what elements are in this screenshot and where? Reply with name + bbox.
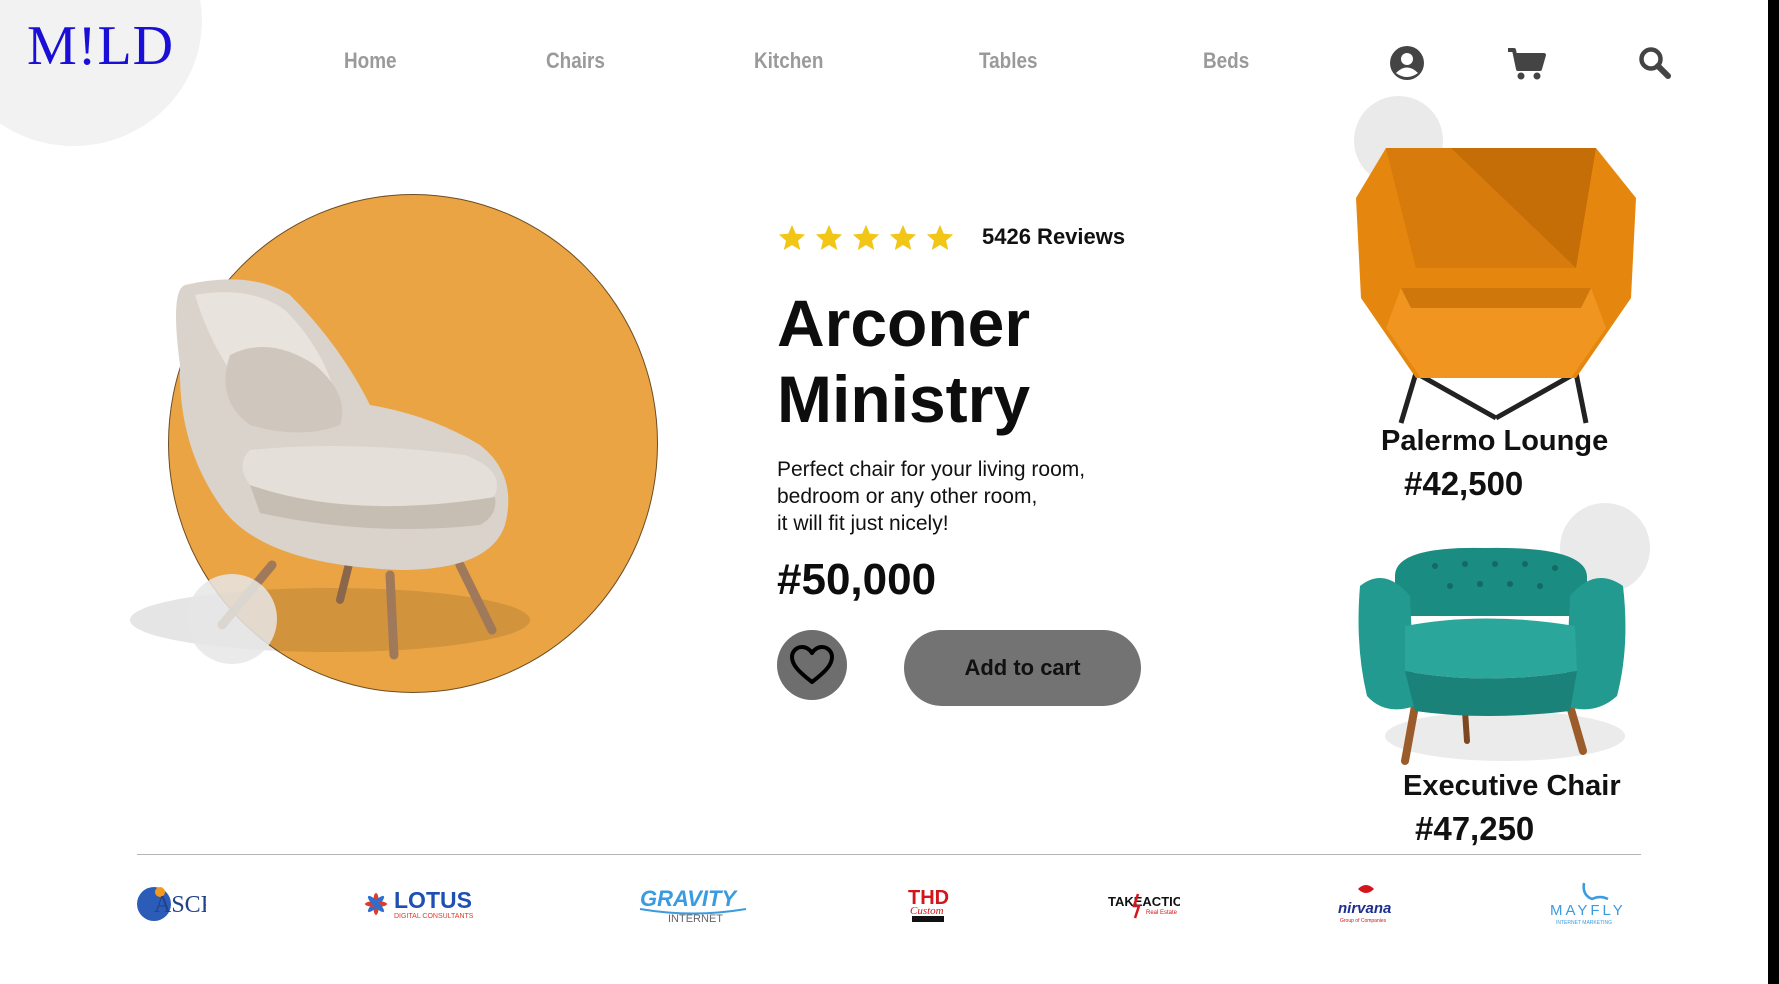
- lotus-logo-subtext: DIGITAL CONSULTANTS: [394, 913, 474, 920]
- asck-logo: ASCK: [137, 887, 206, 921]
- heart-icon: [790, 645, 834, 684]
- lotus-logo-text: LOTUS: [394, 887, 472, 913]
- palermo-lounge-image[interactable]: [1346, 148, 1641, 426]
- description-line: bedroom or any other room,: [777, 485, 1038, 508]
- lotus-logo: LOTUS DIGITAL CONSULTANTS: [365, 887, 474, 920]
- brand-logo-thd: THD Custom: [906, 880, 950, 928]
- star-icon: [815, 224, 843, 250]
- nav-tables[interactable]: Tables: [979, 48, 1038, 74]
- cart-icon[interactable]: [1506, 45, 1546, 81]
- side-product-name[interactable]: Palermo Lounge: [1381, 425, 1608, 458]
- asck-logo-text: ASCK: [154, 892, 206, 918]
- nirvana-logo-text: nirvana: [1338, 900, 1391, 917]
- executive-chair-image[interactable]: [1355, 546, 1627, 771]
- take-action-logo-text: TAKEACTION: [1108, 894, 1180, 909]
- side-product-price: #47,250: [1415, 810, 1535, 847]
- nirvana-logo-subtext: Group of Companies: [1340, 918, 1387, 924]
- thd-logo-subtext: Custom: [910, 905, 944, 917]
- mayfly-logo-text: MAYFLY: [1550, 902, 1626, 919]
- side-product-name[interactable]: Executive Chair: [1403, 770, 1621, 803]
- product-description: Perfect chair for your living room, bedr…: [777, 456, 1085, 537]
- favorite-button[interactable]: [777, 630, 847, 700]
- mayfly-logo-subtext: INTERNET MARKETING: [1556, 920, 1612, 926]
- nav-chairs[interactable]: Chairs: [546, 48, 605, 74]
- brand-logo-mayfly: MAYFLY INTERNET MARKETING: [1548, 880, 1632, 928]
- nirvana-logo: nirvana Group of Companies: [1338, 885, 1391, 924]
- product-title-line: Arconer: [777, 286, 1031, 360]
- description-line: Perfect chair for your living room,: [777, 458, 1086, 481]
- product-price: #50,000: [777, 555, 937, 604]
- section-divider: [137, 854, 1641, 855]
- nav-kitchen[interactable]: Kitchen: [754, 48, 823, 74]
- star-icon: [778, 224, 806, 250]
- brand-logo-gravity: GRAVITY INTERNET: [638, 880, 748, 928]
- mayfly-logo: MAYFLY INTERNET MARKETING: [1550, 882, 1626, 926]
- window-edge: [1768, 0, 1779, 984]
- gravity-logo: GRAVITY INTERNET: [639, 886, 747, 924]
- nav-beds[interactable]: Beds: [1203, 48, 1249, 74]
- brand-logo-nirvana: nirvana Group of Companies: [1336, 880, 1396, 928]
- hero-chair-image: [130, 279, 530, 660]
- star-icon: [926, 224, 954, 250]
- thd-logo: THD Custom: [908, 887, 949, 922]
- add-to-cart-button[interactable]: Add to cart: [904, 630, 1141, 706]
- take-action-logo-subtext: Real Estate: [1146, 910, 1178, 916]
- brand-logo-asck: ASCK: [136, 880, 206, 928]
- brand-logo-lotus: LOTUS DIGITAL CONSULTANTS: [362, 880, 482, 928]
- review-count[interactable]: 5426 Reviews: [982, 224, 1125, 250]
- side-product-price: #42,500: [1404, 465, 1524, 502]
- brand-logo[interactable]: M!LD: [27, 14, 174, 78]
- gravity-logo-text: GRAVITY: [640, 886, 738, 911]
- star-icon: [852, 224, 880, 250]
- brand-logo-take-action: TAKEACTION Real Estate: [1108, 880, 1180, 928]
- product-title: Arconer Ministry: [777, 285, 1030, 437]
- description-line: it will fit just nicely!: [777, 512, 949, 535]
- nav-home[interactable]: Home: [344, 48, 397, 74]
- gravity-logo-subtext: INTERNET: [668, 913, 723, 924]
- star-icon: [889, 224, 917, 250]
- product-title-line: Ministry: [777, 362, 1031, 436]
- star-rating: [777, 223, 962, 253]
- decorative-blob: [187, 574, 277, 664]
- search-icon[interactable]: [1637, 45, 1673, 81]
- take-action-logo: TAKEACTION Real Estate: [1108, 893, 1180, 919]
- user-icon[interactable]: [1389, 45, 1425, 81]
